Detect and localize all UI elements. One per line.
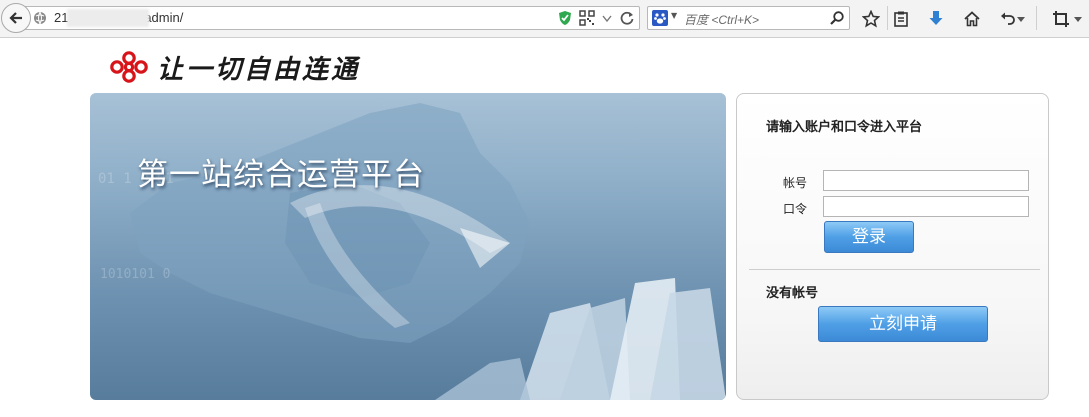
login-button[interactable]: 登录: [824, 221, 914, 253]
address-bar-icons: [557, 10, 635, 26]
password-input[interactable]: [823, 196, 1029, 217]
dropdown-arrow-icon[interactable]: [601, 10, 613, 26]
undo-dropdown-button[interactable]: [1016, 8, 1026, 30]
toolbar-separator: [887, 6, 888, 30]
back-button[interactable]: [1, 3, 31, 33]
panel-divider: [749, 269, 1040, 270]
china-unicom-knot-icon: [110, 51, 148, 83]
address-bar[interactable]: 21 portaladmin/: [24, 6, 640, 30]
crop-icon: [1053, 11, 1069, 27]
hero-banner: 01 1 0 01 1010101 0 第一站综合运营平台: [90, 93, 726, 400]
brand-logo[interactable]: 让一切自由连通: [107, 50, 361, 85]
brand-slogan: 让一切自由连通: [157, 54, 361, 85]
clipboard-icon: [894, 11, 908, 27]
chevron-down-icon: [1074, 17, 1082, 22]
no-account-label: 没有帐号: [766, 286, 819, 301]
banner-title: 第一站综合运营平台: [137, 157, 425, 193]
password-label: 口令: [783, 202, 808, 216]
globe-icon: [34, 11, 46, 25]
screenshot-button[interactable]: [1050, 8, 1072, 30]
shield-check-icon[interactable]: [557, 10, 573, 26]
undo-arrow-icon: [1001, 12, 1015, 25]
engine-dropdown-icon[interactable]: ▼: [671, 11, 677, 20]
star-icon: [862, 10, 880, 28]
downloads-button[interactable]: [925, 8, 947, 30]
login-heading: 请输入账户和口令进入平台: [766, 120, 923, 135]
reading-list-button[interactable]: [890, 8, 912, 30]
home-icon: [964, 11, 980, 27]
browser-toolbar: 21 portaladmin/: [0, 0, 1089, 38]
download-arrow-icon: [929, 11, 943, 25]
account-label: 帐号: [783, 176, 808, 190]
login-panel: 请输入账户和口令进入平台 帐号 口令 登录 没有帐号 立刻申请: [736, 93, 1049, 400]
url-redaction: [67, 9, 149, 27]
chevron-down-icon: [1017, 17, 1025, 22]
reload-icon[interactable]: [619, 10, 635, 26]
banner-illustration: 01 1 0 01 1010101 0: [98, 103, 726, 400]
magnifier-icon[interactable]: [829, 10, 845, 26]
screenshot-dropdown-button[interactable]: [1072, 8, 1084, 30]
qr-code-icon[interactable]: [579, 10, 595, 26]
search-placeholder: 百度 <Ctrl+K>: [684, 13, 760, 27]
toolbar-separator: [1036, 6, 1037, 30]
search-bar[interactable]: ▼ 百度 <Ctrl+K>: [647, 6, 850, 30]
back-arrow-icon: [9, 12, 22, 24]
account-input[interactable]: [823, 170, 1029, 191]
home-button[interactable]: [961, 8, 983, 30]
apply-now-button[interactable]: 立刻申请: [818, 306, 988, 342]
decor-digits: 1010101 0: [100, 267, 170, 282]
baidu-paw-icon[interactable]: [652, 10, 668, 26]
bookmark-star-button[interactable]: [860, 8, 882, 30]
